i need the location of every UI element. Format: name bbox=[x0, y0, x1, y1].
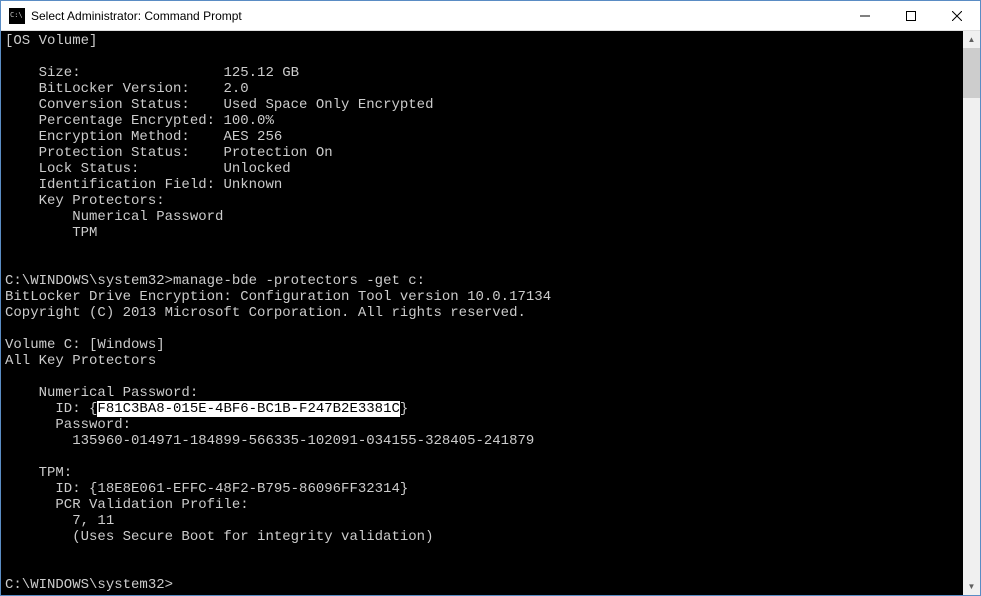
protection-status-value: Protection On bbox=[223, 145, 332, 161]
np-password-value: 135960-014971-184899-566335-102091-03415… bbox=[5, 433, 534, 449]
maximize-button[interactable] bbox=[888, 1, 934, 30]
np-id-prefix: ID: { bbox=[5, 401, 97, 417]
tpm-header: TPM: bbox=[5, 465, 72, 481]
titlebar[interactable]: Select Administrator: Command Prompt bbox=[1, 1, 980, 31]
tool-version-line: BitLocker Drive Encryption: Configuratio… bbox=[5, 289, 551, 305]
all-key-protectors-line: All Key Protectors bbox=[5, 353, 156, 369]
minimize-icon bbox=[860, 11, 870, 21]
percentage-encrypted-label: Percentage Encrypted: bbox=[5, 113, 223, 129]
scroll-thumb[interactable] bbox=[963, 48, 980, 98]
maximize-icon bbox=[906, 11, 916, 21]
lock-status-label: Lock Status: bbox=[5, 161, 223, 177]
prompt-path: C:\WINDOWS\system32> bbox=[5, 273, 173, 289]
scroll-down-button[interactable]: ▼ bbox=[963, 578, 980, 595]
key-protector-tpm: TPM bbox=[5, 225, 97, 241]
scroll-up-button[interactable]: ▲ bbox=[963, 31, 980, 48]
identification-field-value: Unknown bbox=[223, 177, 282, 193]
terminal-output[interactable]: [OS Volume] Size: 125.12 GB BitLocker Ve… bbox=[1, 31, 963, 595]
encryption-method-label: Encryption Method: bbox=[5, 129, 223, 145]
np-id-selected: F81C3BA8-015E-4BF6-BC1B-F247B2E3381C bbox=[97, 401, 399, 417]
lock-status-value: Unlocked bbox=[223, 161, 290, 177]
bitlocker-version-value: 2.0 bbox=[223, 81, 248, 97]
cmd-icon bbox=[9, 8, 25, 24]
size-value: 125.12 GB bbox=[223, 65, 299, 81]
tpm-pcr-value: 7, 11 bbox=[5, 513, 114, 529]
protection-status-label: Protection Status: bbox=[5, 145, 223, 161]
close-icon bbox=[952, 11, 962, 21]
bitlocker-version-label: BitLocker Version: bbox=[5, 81, 223, 97]
conversion-status-value: Used Space Only Encrypted bbox=[223, 97, 433, 113]
command-text: manage-bde -protectors -get c: bbox=[173, 273, 425, 289]
np-password-label: Password: bbox=[5, 417, 131, 433]
key-protector-numerical: Numerical Password bbox=[5, 209, 223, 225]
copyright-line: Copyright (C) 2013 Microsoft Corporation… bbox=[5, 305, 526, 321]
window-title: Select Administrator: Command Prompt bbox=[31, 9, 842, 23]
numerical-password-header: Numerical Password: bbox=[5, 385, 198, 401]
identification-field-label: Identification Field: bbox=[5, 177, 223, 193]
minimize-button[interactable] bbox=[842, 1, 888, 30]
tpm-secure-boot: (Uses Secure Boot for integrity validati… bbox=[5, 529, 433, 545]
key-protectors-label: Key Protectors: bbox=[5, 193, 165, 209]
window-controls bbox=[842, 1, 980, 30]
volume-line: Volume C: [Windows] bbox=[5, 337, 165, 353]
tpm-id: ID: {18E8E061-EFFC-48F2-B795-86096FF3231… bbox=[5, 481, 408, 497]
os-volume-header: [OS Volume] bbox=[5, 33, 97, 49]
percentage-encrypted-value: 100.0% bbox=[223, 113, 273, 129]
close-button[interactable] bbox=[934, 1, 980, 30]
terminal-container: [OS Volume] Size: 125.12 GB BitLocker Ve… bbox=[1, 31, 980, 595]
tpm-pcr-label: PCR Validation Profile: bbox=[5, 497, 249, 513]
conversion-status-label: Conversion Status: bbox=[5, 97, 223, 113]
np-id-suffix: } bbox=[400, 401, 408, 417]
encryption-method-value: AES 256 bbox=[223, 129, 282, 145]
prompt-current: C:\WINDOWS\system32> bbox=[5, 577, 173, 593]
size-label: Size: bbox=[5, 65, 223, 81]
scrollbar[interactable]: ▲ ▼ bbox=[963, 31, 980, 595]
